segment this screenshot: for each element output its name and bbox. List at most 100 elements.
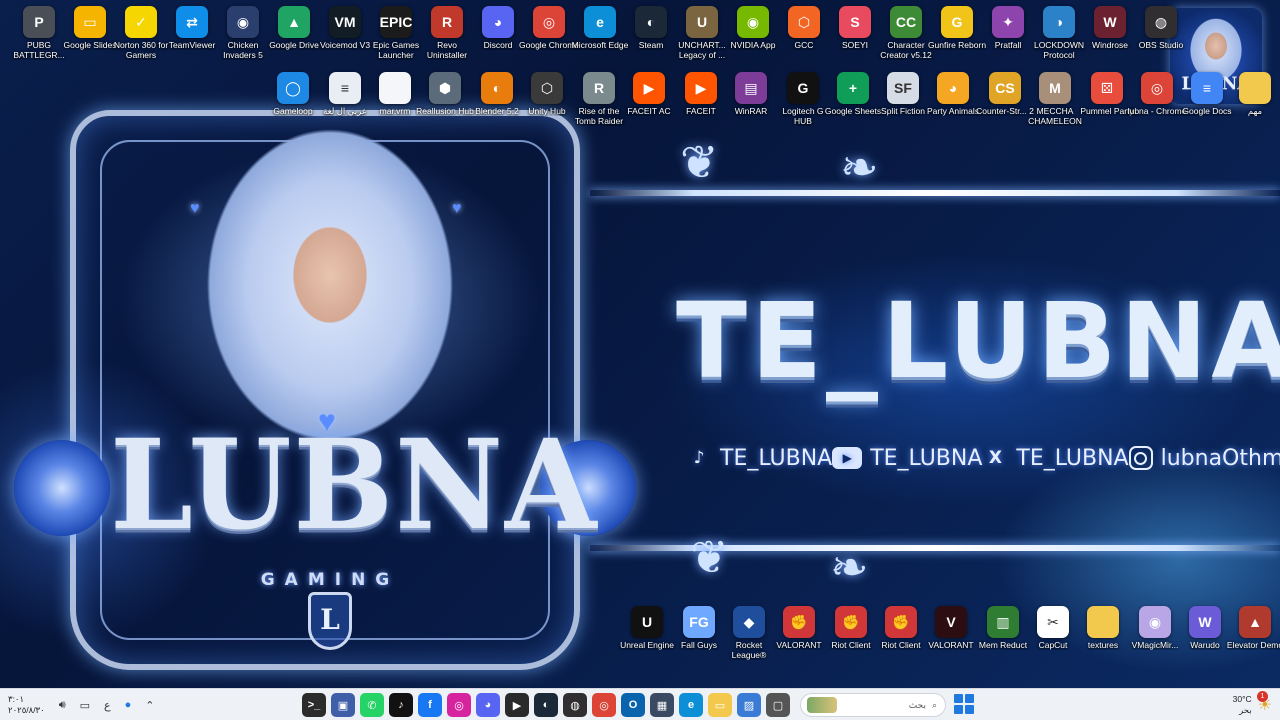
desktop-shortcut[interactable]: EPIC Epic Games Launcher bbox=[369, 6, 423, 60]
google-slides-icon: ▭ bbox=[74, 6, 106, 38]
start-button[interactable] bbox=[954, 694, 974, 714]
file-explorer-icon[interactable]: ▭ bbox=[708, 693, 732, 717]
desktop-shortcut[interactable]: ◐ Steam bbox=[624, 6, 678, 50]
whatsapp-icon[interactable]: ✆ bbox=[360, 693, 384, 717]
desktop-shortcut[interactable]: FG Fall Guys bbox=[672, 606, 726, 650]
desktop-shortcut[interactable]: G Logitech G HUB bbox=[776, 72, 830, 126]
desktop-shortcut[interactable]: CC Character Creator v5.12 bbox=[879, 6, 933, 60]
desktop-shortcut[interactable]: ⬡ GCC bbox=[777, 6, 831, 50]
desktop-shortcut[interactable]: مهم bbox=[1228, 72, 1280, 116]
discord-icon: ◕ bbox=[482, 6, 514, 38]
desktop-shortcut[interactable]: U UNCHART... Legacy of ... bbox=[675, 6, 729, 60]
desktop-shortcut[interactable]: ⬢ Reallusion Hub bbox=[416, 72, 474, 116]
desktop-shortcut[interactable]: ◯ Gameloop bbox=[266, 72, 320, 116]
desktop-shortcut[interactable]: ✓ Norton 360 for Gamers bbox=[114, 6, 168, 60]
desktop-shortcut[interactable]: V VALORANT bbox=[924, 606, 978, 650]
desktop-shortcut[interactable]: U Unreal Engine bbox=[620, 606, 674, 650]
desktop-shortcut[interactable]: ▲ Google Drive bbox=[267, 6, 321, 50]
desktop-shortcut[interactable]: ✊ Riot Client bbox=[824, 606, 878, 650]
desktop-shortcut[interactable]: ✊ VALORANT bbox=[772, 606, 826, 650]
desktop-shortcut[interactable]: mar.vrm bbox=[368, 72, 422, 116]
desktop-shortcut[interactable]: P PUBG BATTLEGR... bbox=[12, 6, 66, 60]
desktop-shortcut[interactable]: ✊ Riot Client bbox=[874, 606, 928, 650]
wallpaper-emblem: L bbox=[308, 592, 352, 650]
volume-icon[interactable]: 🔊︎ bbox=[59, 699, 66, 712]
tiktok-icon[interactable]: ♪ bbox=[389, 693, 413, 717]
windrose-icon: W bbox=[1094, 6, 1126, 38]
desktop-shortcut[interactable]: ◎ lubna - Chrome bbox=[1128, 72, 1186, 116]
pummel-party-icon: ⚄ bbox=[1091, 72, 1123, 104]
desktop-shortcut-label: Reallusion Hub bbox=[416, 106, 474, 116]
desktop-shortcut[interactable]: ◑ LOCKDOWN Protocol bbox=[1032, 6, 1086, 60]
desktop-shortcut[interactable]: ⇄ TeamViewer bbox=[165, 6, 219, 50]
social-handle: lubnaOthman bbox=[1160, 445, 1280, 471]
chevron-up-icon[interactable]: ⌃ bbox=[145, 699, 154, 712]
weather-widget[interactable]: 30°C بحر ☀ 1 bbox=[1233, 689, 1272, 720]
desktop[interactable]: ♥ ♥ ♥ LUBNA GAMING L ❦ ❧ ❦ ❧ TE_LUBNA ♪ … bbox=[0, 0, 1280, 688]
desktop-shortcut[interactable]: W Warudo bbox=[1178, 606, 1232, 650]
desktop-shortcut[interactable]: ◎ Google Chrome bbox=[519, 6, 579, 50]
desktop-shortcut[interactable]: ⚄ Pummel Party bbox=[1080, 72, 1134, 116]
ornament-scroll: ❧ bbox=[830, 540, 869, 594]
network-icon[interactable]: ▭ bbox=[80, 699, 90, 712]
desktop-shortcut[interactable]: ▥ Mem Reduct bbox=[976, 606, 1030, 650]
desktop-shortcut[interactable]: ✂ CapCut bbox=[1026, 606, 1080, 650]
desktop-shortcut[interactable]: ▭ Google Slides bbox=[63, 6, 117, 50]
wallpaper-portrait bbox=[170, 95, 490, 455]
desktop-shortcut[interactable]: ◕ Discord bbox=[471, 6, 525, 50]
discord-icon[interactable]: ◕ bbox=[476, 693, 500, 717]
file-icon bbox=[379, 72, 411, 104]
instagram-icon[interactable]: ◎ bbox=[447, 693, 471, 717]
microphone-icon[interactable]: ● bbox=[125, 699, 132, 711]
facebook-icon[interactable]: f bbox=[418, 693, 442, 717]
revo-uninstaller-icon: R bbox=[431, 6, 463, 38]
desktop-shortcut[interactable]: W Windrose bbox=[1083, 6, 1137, 50]
desktop-shortcut[interactable]: + Google Sheets bbox=[825, 72, 881, 116]
desktop-shortcut[interactable]: textures bbox=[1076, 606, 1130, 650]
desktop-shortcut[interactable]: ▲ Elevator Demo bbox=[1227, 606, 1280, 650]
desktop-shortcut[interactable]: G Gunfire Reborn bbox=[928, 6, 986, 50]
desktop-shortcut[interactable]: ◉ NVIDIA App bbox=[726, 6, 780, 50]
desktop-shortcut[interactable]: ▶ FACEIT bbox=[674, 72, 728, 116]
desktop-shortcut[interactable]: e Microsoft Edge bbox=[572, 6, 628, 50]
outlook-icon[interactable]: O bbox=[621, 693, 645, 717]
clock[interactable]: ٣:٠١ ٢٠٢٥/٨/٣٠ bbox=[8, 694, 45, 716]
taskbar-search[interactable]: بحث ⌕ bbox=[800, 693, 946, 717]
terminal-icon[interactable]: >_ bbox=[302, 693, 326, 717]
counter-strike-icon: CS bbox=[989, 72, 1021, 104]
desktop-shortcut[interactable]: ⬡ Unity Hub bbox=[520, 72, 574, 116]
steam-icon[interactable]: ◐ bbox=[534, 693, 558, 717]
language-indicator[interactable]: ع bbox=[104, 699, 111, 712]
photos-icon[interactable]: ▨ bbox=[737, 693, 761, 717]
desktop-shortcut[interactable]: ◍ OBS Studio bbox=[1134, 6, 1188, 50]
desktop-shortcut[interactable]: ◐ Blender 5.2 bbox=[470, 72, 524, 116]
desktop-shortcut[interactable]: S SOEYI bbox=[828, 6, 882, 50]
desktop-shortcut[interactable]: ◆ Rocket League® bbox=[722, 606, 776, 660]
desktop-shortcut[interactable]: ▶ FACEIT AC bbox=[622, 72, 676, 116]
desktop-shortcut[interactable]: M MECCHA CHAMELEON bbox=[1028, 72, 1082, 126]
chrome-icon[interactable]: ◎ bbox=[592, 693, 616, 717]
desktop-shortcut[interactable]: SF Split Fiction bbox=[876, 72, 930, 116]
desktop-shortcut[interactable]: ◕ Party Animals bbox=[926, 72, 980, 116]
faceit-icon[interactable]: ▶ bbox=[505, 693, 529, 717]
desktop-shortcut[interactable]: R Rise of the Tomb Raider bbox=[572, 72, 626, 126]
desktop-shortcut[interactable]: ▤ WinRAR bbox=[724, 72, 778, 116]
app-icon[interactable]: ▣ bbox=[331, 693, 355, 717]
task-view-icon[interactable]: ▢ bbox=[766, 693, 790, 717]
rocket-league-icon: ◆ bbox=[733, 606, 765, 638]
instagram-icon bbox=[1128, 446, 1153, 470]
desktop-shortcut[interactable]: ≡ عربي ال لغة bbox=[318, 72, 372, 116]
desktop-shortcut[interactable]: R Revo Uninstaller bbox=[420, 6, 474, 60]
obs-icon[interactable]: ◍ bbox=[563, 693, 587, 717]
desktop-shortcut[interactable]: ◉ Chicken Invaders 5 bbox=[216, 6, 270, 60]
x-icon: X bbox=[988, 448, 1002, 468]
desktop-shortcut-label: MECCHA CHAMELEON bbox=[1028, 106, 1082, 126]
calculator-icon[interactable]: ▦ bbox=[650, 693, 674, 717]
desktop-shortcut[interactable]: CS Counter-Str... 2 bbox=[976, 72, 1034, 116]
desktop-shortcut[interactable]: VM Voicemod V3 bbox=[318, 6, 372, 50]
edge-icon[interactable]: e bbox=[679, 693, 703, 717]
search-highlight-image bbox=[807, 697, 837, 713]
desktop-shortcut[interactable]: ◉ VMagicMir... bbox=[1128, 606, 1182, 650]
desktop-shortcut[interactable]: ✦ Pratfall bbox=[981, 6, 1035, 50]
social-handle: TE_LUBNA bbox=[870, 445, 983, 471]
